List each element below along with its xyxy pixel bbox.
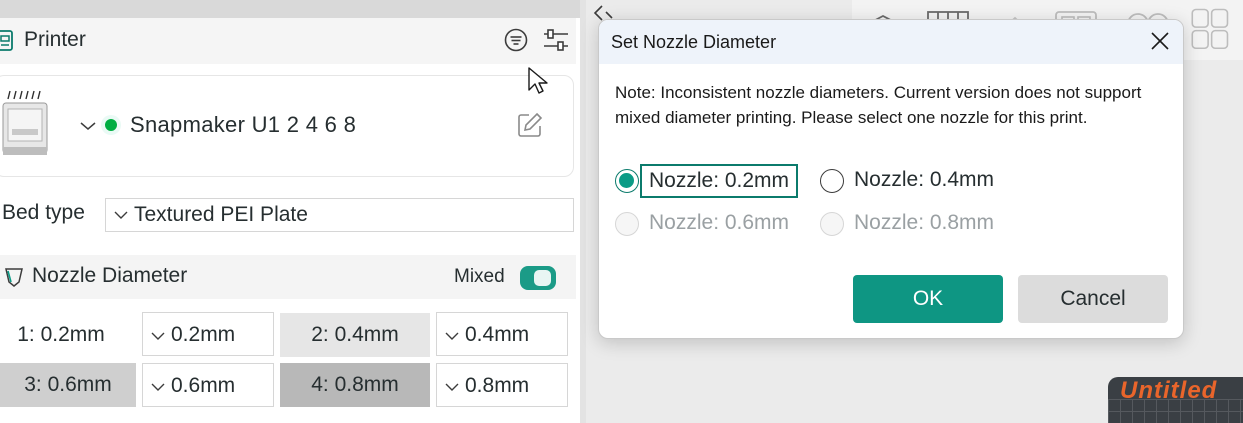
nozzle-4-select[interactable]: 0.8mm: [436, 363, 568, 407]
printer-sidebar: Printer Snapmaker U1 2 4 6 8 Bed type Te…: [0, 0, 580, 423]
set-nozzle-dialog: Set Nozzle Diameter Note: Inconsistent n…: [598, 19, 1184, 339]
nozzle-option-0-4[interactable]: Nozzle: 0.4mm: [820, 166, 1010, 196]
printer-name[interactable]: Snapmaker U1 2 4 6 8: [130, 112, 356, 138]
bed-type-label: Bed type: [2, 201, 85, 224]
dialog-titlebar[interactable]: Set Nozzle Diameter: [599, 20, 1183, 64]
nozzle-3-value: 0.6mm: [171, 374, 236, 397]
bed-type-value: Textured PEI Plate: [134, 203, 308, 226]
radio-button-disabled: [820, 212, 844, 236]
settings-sliders-icon[interactable]: [542, 26, 570, 54]
split-view-icon[interactable]: [1186, 6, 1232, 50]
printer-thumbnail: [2, 90, 48, 155]
nozzle-3-select[interactable]: 0.6mm: [142, 363, 274, 407]
bed-type-select[interactable]: Textured PEI Plate: [105, 198, 574, 232]
mixed-label: Mixed: [454, 266, 505, 287]
nozzle-option-0-6: Nozzle: 0.6mm: [615, 209, 805, 239]
nozzle-4-label: 4: 0.8mm: [280, 363, 430, 407]
dialog-title: Set Nozzle Diameter: [611, 32, 777, 52]
nozzle-section-title: Nozzle Diameter: [32, 264, 188, 287]
ok-button[interactable]: OK: [853, 275, 1003, 323]
nozzle-4-value: 0.8mm: [465, 374, 530, 397]
printer-status-dot: [101, 115, 121, 135]
nozzle-2-value: 0.4mm: [465, 323, 530, 346]
chevron-down-icon: [151, 332, 165, 340]
nozzle-2-select[interactable]: 0.4mm: [436, 312, 568, 356]
printer-icon: [0, 30, 13, 51]
nozzle-icon: [5, 268, 23, 287]
chevron-down-icon: [445, 383, 459, 391]
nozzle-option-label: Nozzle: 0.6mm: [649, 211, 790, 234]
radio-button[interactable]: [820, 169, 844, 193]
nozzle-option-label: Nozzle: 0.2mm: [640, 164, 799, 198]
nozzle-1-label: 1: 0.2mm: [0, 313, 122, 357]
close-icon[interactable]: [1149, 30, 1171, 52]
nozzle-option-0-8: Nozzle: 0.8mm: [820, 209, 1010, 239]
chevron-down-icon: [151, 383, 165, 391]
edit-icon[interactable]: [516, 111, 544, 139]
chevron-down-icon: [445, 332, 459, 340]
chevron-down-icon: [114, 211, 128, 219]
nozzle-option-label: Nozzle: 0.4mm: [854, 168, 995, 191]
nozzle-option-0-2[interactable]: Nozzle: 0.2mm: [615, 164, 805, 198]
mixed-toggle[interactable]: [520, 266, 556, 290]
nozzle-3-label: 3: 0.6mm: [0, 363, 136, 407]
cancel-button[interactable]: Cancel: [1018, 275, 1168, 323]
filter-icon[interactable]: [504, 28, 528, 52]
printer-section-header: Printer: [0, 18, 576, 64]
nozzle-section-header: Nozzle Diameter Mixed: [0, 255, 576, 299]
plate-watermark: Untitled: [1108, 377, 1243, 423]
nozzle-2-label: 2: 0.4mm: [280, 313, 430, 357]
nozzle-1-value: 0.2mm: [171, 323, 236, 346]
printer-section-title: Printer: [24, 28, 86, 51]
sidebar-top-strip: [0, 0, 580, 18]
mouse-cursor-icon: [528, 67, 548, 94]
radio-button-selected[interactable]: [615, 169, 639, 193]
nozzle-option-label: Nozzle: 0.8mm: [854, 211, 995, 234]
radio-button-disabled: [615, 212, 639, 236]
printer-dropdown-chevron-icon[interactable]: [80, 121, 96, 131]
dialog-note: Note: Inconsistent nozzle diameters. Cur…: [615, 83, 1142, 127]
nozzle-1-select[interactable]: 0.2mm: [142, 312, 274, 356]
plate-name-text: Untitled: [1120, 377, 1218, 404]
